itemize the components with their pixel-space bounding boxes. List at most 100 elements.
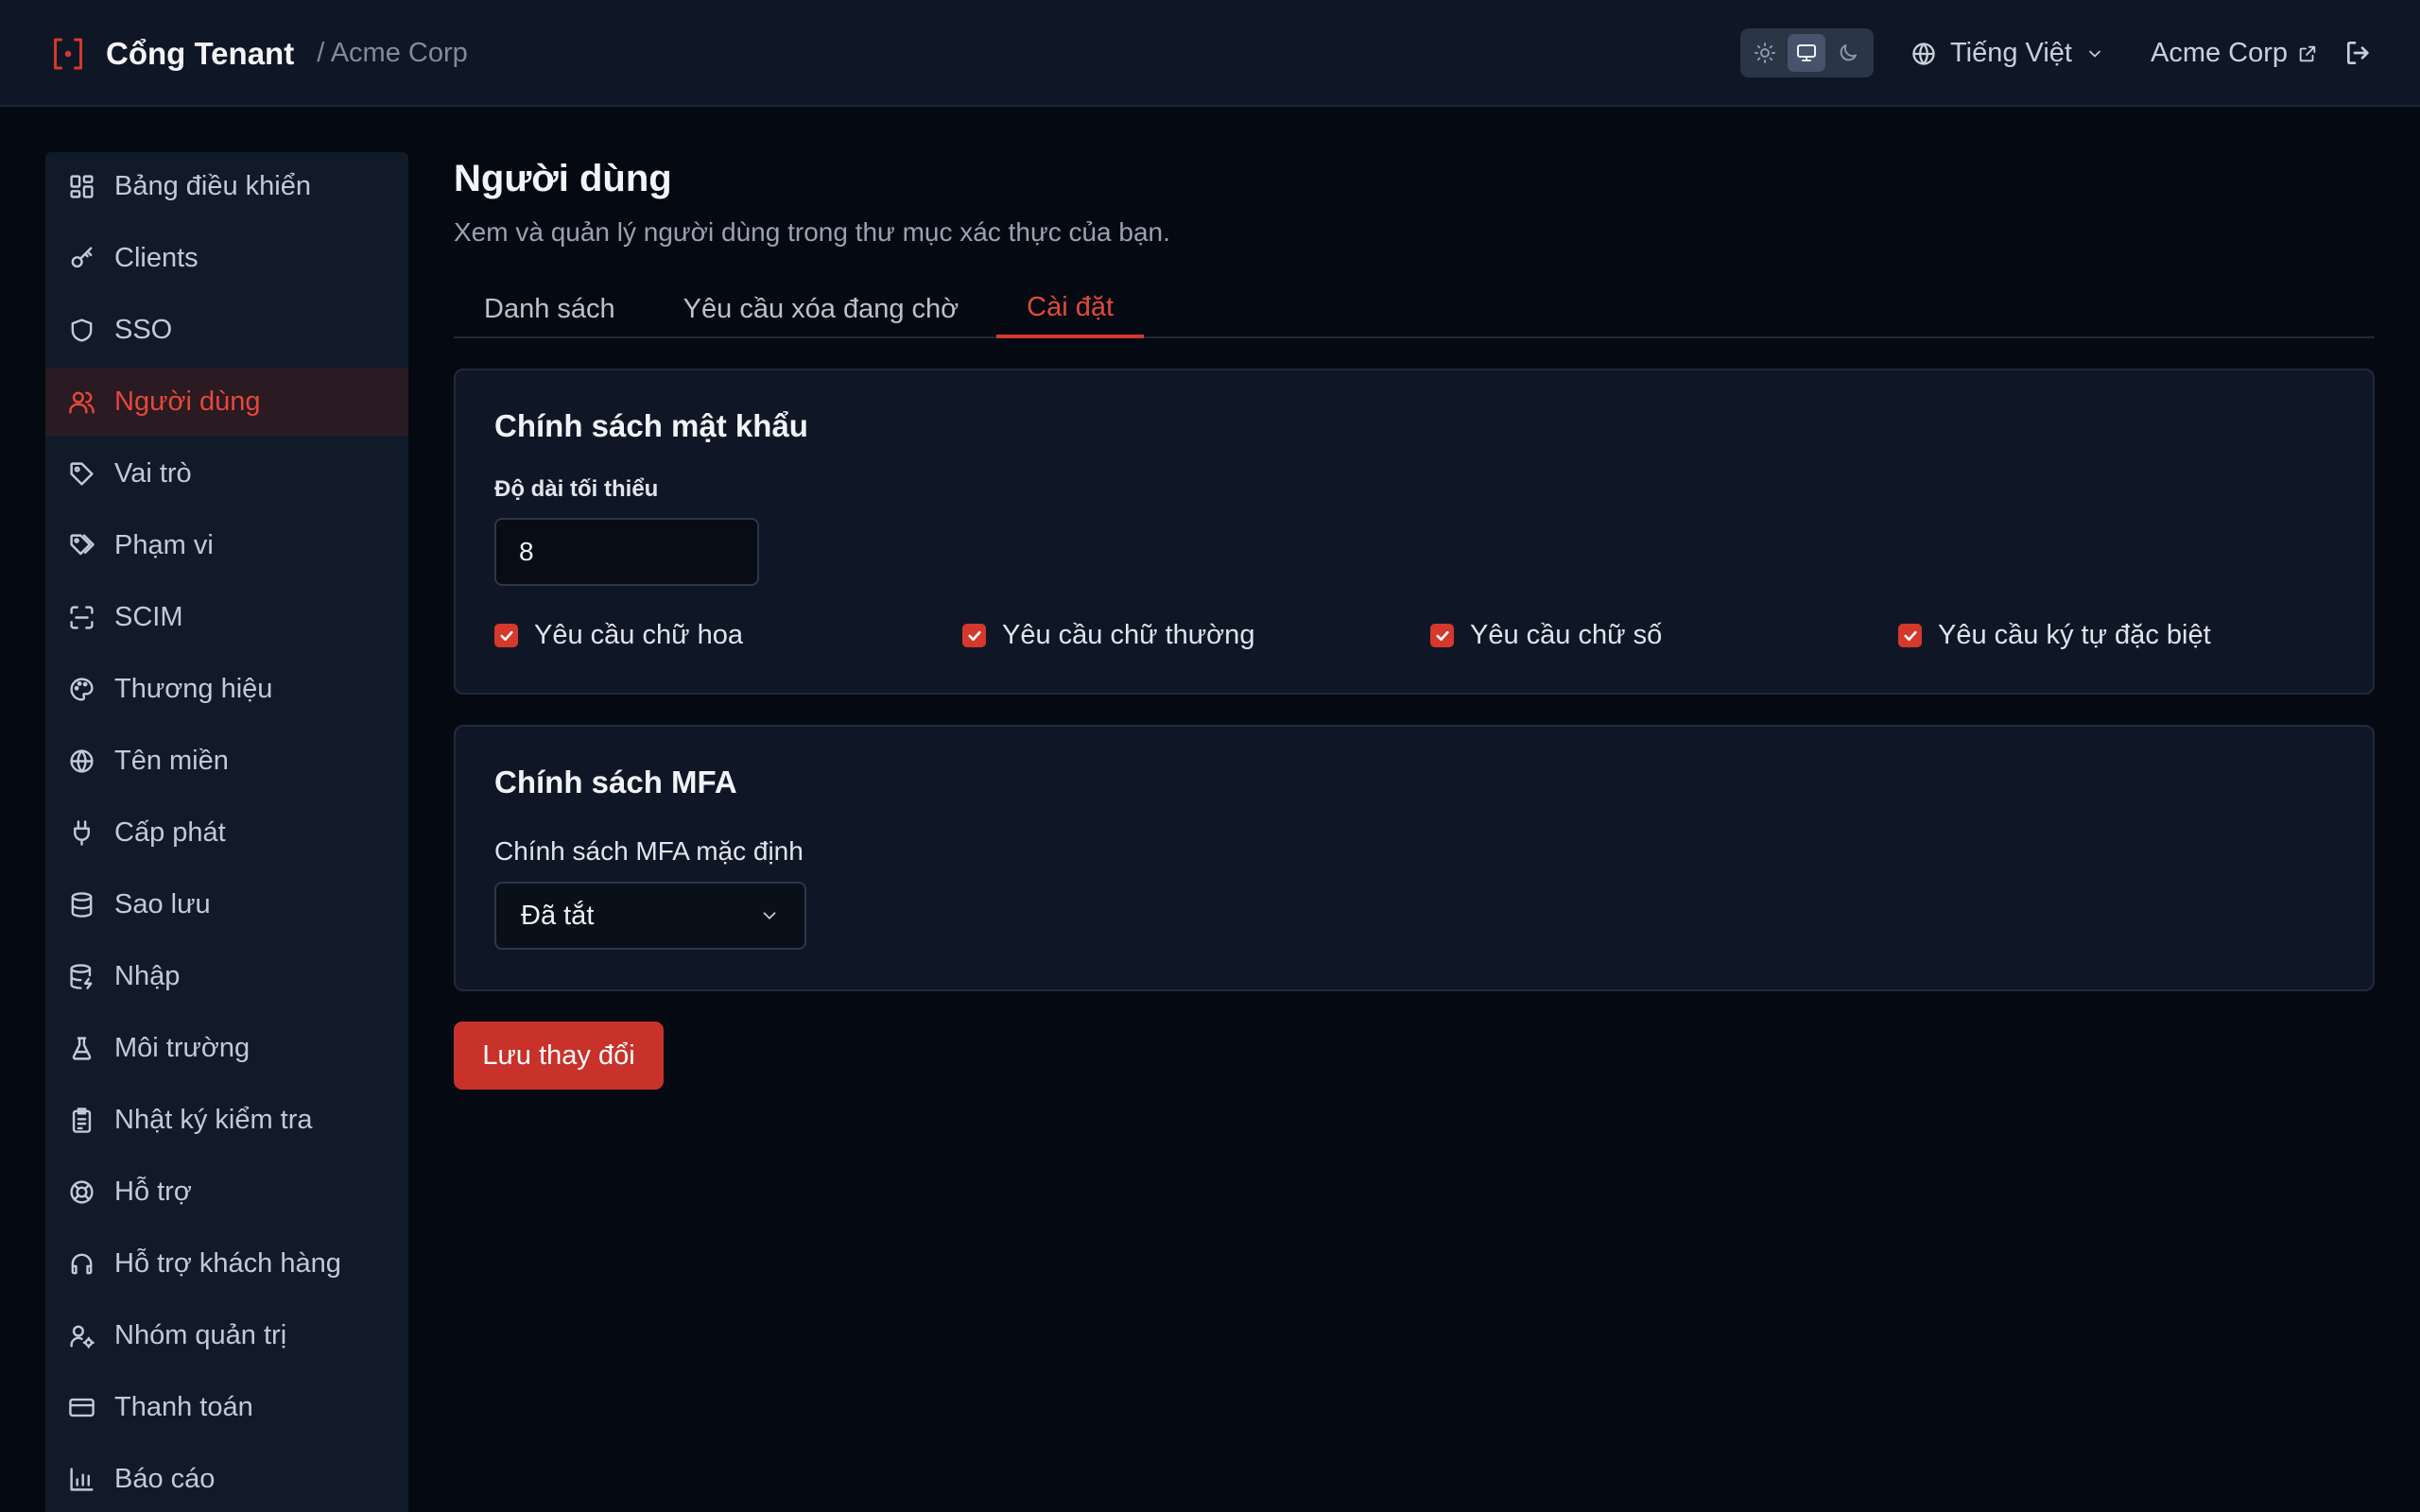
require-digit-checkbox[interactable]: Yêu cầu chữ số	[1430, 620, 1898, 651]
sidebar-item-branding[interactable]: Thương hiệu	[45, 655, 408, 723]
shield-icon	[71, 318, 93, 342]
brand[interactable]: Cổng Tenant / Acme Corp	[51, 0, 468, 107]
sidebar-item-users[interactable]: Người dùng	[45, 368, 408, 436]
password-requirements: Yêu cầu chữ hoa Yêu cầu chữ thường Yêu c…	[494, 620, 2334, 651]
language-label: Tiếng Việt	[1950, 38, 2072, 68]
org-external-link[interactable]: Acme Corp	[2151, 0, 2318, 107]
sidebar-item-label: Thương hiệu	[114, 673, 273, 704]
password-policy-card: Chính sách mật khẩu Độ dài tối thiểu 8 Y…	[454, 369, 2375, 695]
password-policy-title: Chính sách mật khẩu	[494, 408, 808, 443]
lifebuoy-icon	[70, 1179, 94, 1204]
user-cog-icon	[70, 1325, 95, 1349]
save-changes-button[interactable]: Lưu thay đổi	[454, 1022, 664, 1090]
require-lowercase-checkbox[interactable]: Yêu cầu chữ thường	[962, 620, 1430, 651]
top-header: Cổng Tenant / Acme Corp Tiếng Việt Acme …	[0, 0, 2420, 107]
sidebar-item-sso[interactable]: SSO	[45, 296, 408, 364]
sidebar-item-label: Sao lưu	[114, 888, 211, 919]
checkbox-label: Yêu cầu chữ số	[1470, 620, 1663, 650]
theme-switcher	[1740, 28, 1874, 77]
sidebar-item-clients[interactable]: Clients	[45, 224, 408, 292]
external-link-icon	[2299, 45, 2316, 61]
page-subtitle: Xem và quản lý người dùng trong thư mục …	[454, 217, 1170, 247]
chevron-down-icon	[2089, 50, 2100, 57]
checkbox-checked-icon[interactable]	[494, 624, 518, 647]
tags-icon	[70, 533, 95, 555]
sidebar-item-support[interactable]: Hỗ trợ	[45, 1158, 408, 1226]
monitor-icon	[1797, 44, 1816, 61]
globe-icon	[1912, 42, 1935, 65]
language-selector[interactable]: Tiếng Việt	[1910, 0, 2104, 107]
sidebar-item-label: Báo cáo	[114, 1463, 216, 1494]
sidebar-item-label: Bảng điều khiển	[114, 170, 311, 201]
tab-settings[interactable]: Cài đặt	[996, 280, 1145, 338]
mfa-policy-card: Chính sách MFA Chính sách MFA mặc định Đ…	[454, 725, 2375, 991]
globe-icon	[70, 748, 94, 773]
sidebar-item-customer-support[interactable]: Hỗ trợ khách hàng	[45, 1229, 408, 1297]
require-special-char-checkbox[interactable]: Yêu cầu ký tự đặc biệt	[1898, 620, 2211, 651]
sidebar-item-label: Người dùng	[114, 386, 261, 417]
mfa-default-select[interactable]: Đã tắt	[494, 882, 806, 950]
checkbox-label: Yêu cầu chữ thường	[1002, 620, 1255, 650]
sidebar-item-provisioning[interactable]: Cấp phát	[45, 799, 408, 867]
sidebar-item-domains[interactable]: Tên miền	[45, 727, 408, 795]
sidebar-item-label: SCIM	[114, 601, 183, 632]
moon-icon	[1840, 44, 1857, 61]
sidebar-item-label: Phạm vi	[114, 529, 214, 560]
credit-card-icon	[69, 1398, 95, 1417]
tag-icon	[70, 461, 94, 486]
sidebar-item-label: Hỗ trợ khách hàng	[114, 1247, 341, 1279]
sidebar-item-reports[interactable]: Báo cáo	[45, 1445, 408, 1512]
key-icon	[71, 246, 93, 267]
sidebar-item-label: Tên miền	[114, 745, 229, 776]
sidebar-item-label: Vai trò	[114, 457, 192, 489]
tab-list[interactable]: Danh sách	[454, 280, 646, 338]
sidebar-item-label: Nhóm quản trị	[114, 1319, 287, 1350]
dashboard-icon	[70, 174, 94, 198]
database-icon	[71, 891, 93, 918]
theme-light-button[interactable]	[1746, 34, 1784, 72]
sidebar-item-label: Nhật ký kiểm tra	[114, 1104, 313, 1135]
checkbox-checked-icon[interactable]	[1898, 624, 1922, 647]
sidebar-item-label: SSO	[114, 314, 173, 345]
sidebar-item-import[interactable]: Nhập	[45, 942, 408, 1010]
sidebar-item-label: Cấp phát	[114, 816, 226, 848]
min-length-input[interactable]: 8	[494, 518, 759, 586]
sidebar-item-label: Môi trường	[114, 1032, 251, 1063]
sidebar-item-billing[interactable]: Thanh toán	[45, 1373, 408, 1441]
palette-icon	[70, 677, 94, 701]
sidebar-item-backup[interactable]: Sao lưu	[45, 870, 408, 938]
sidebar-item-label: Hỗ trợ	[114, 1176, 192, 1207]
sun-icon	[1754, 43, 1775, 63]
sidebar-item-roles[interactable]: Vai trò	[45, 439, 408, 507]
logout-icon[interactable]	[2343, 38, 2374, 68]
sidebar-item-label: Clients	[114, 242, 199, 273]
sidebar-item-scim[interactable]: SCIM	[45, 583, 408, 651]
sidebar-item-scopes[interactable]: Phạm vi	[45, 511, 408, 579]
checkbox-label: Yêu cầu chữ hoa	[534, 620, 743, 650]
org-breadcrumb: / Acme Corp	[317, 38, 468, 68]
plug-icon	[74, 819, 90, 846]
sidebar-item-audit-log[interactable]: Nhật ký kiểm tra	[45, 1086, 408, 1154]
database-import-icon	[70, 963, 93, 989]
sidebar-item-dashboard[interactable]: Bảng điều khiển	[45, 152, 408, 220]
headset-icon	[71, 1253, 93, 1274]
theme-dark-button[interactable]	[1829, 34, 1867, 72]
clipboard-icon	[72, 1107, 92, 1133]
sidebar-item-label: Thanh toán	[114, 1391, 253, 1422]
require-uppercase-checkbox[interactable]: Yêu cầu chữ hoa	[494, 620, 962, 651]
users-icon	[69, 391, 95, 414]
checkbox-checked-icon[interactable]	[962, 624, 986, 647]
mfa-policy-title: Chính sách MFA	[494, 765, 737, 799]
min-length-label: Độ dài tối thiểu	[494, 476, 659, 502]
org-name: Acme Corp	[2151, 38, 2289, 68]
scan-icon	[70, 605, 94, 629]
page-title: Người dùng	[454, 158, 672, 199]
sidebar-item-environments[interactable]: Môi trường	[45, 1014, 408, 1082]
sidebar-item-label: Nhập	[114, 960, 181, 991]
theme-system-button[interactable]	[1788, 34, 1825, 72]
sidebar-item-admin-groups[interactable]: Nhóm quản trị	[45, 1301, 408, 1369]
checkbox-checked-icon[interactable]	[1430, 624, 1454, 647]
flask-icon	[72, 1036, 92, 1060]
mfa-default-label: Chính sách MFA mặc định	[494, 836, 804, 866]
tab-pending-deletions[interactable]: Yêu cầu xóa đang chờ	[653, 280, 990, 338]
